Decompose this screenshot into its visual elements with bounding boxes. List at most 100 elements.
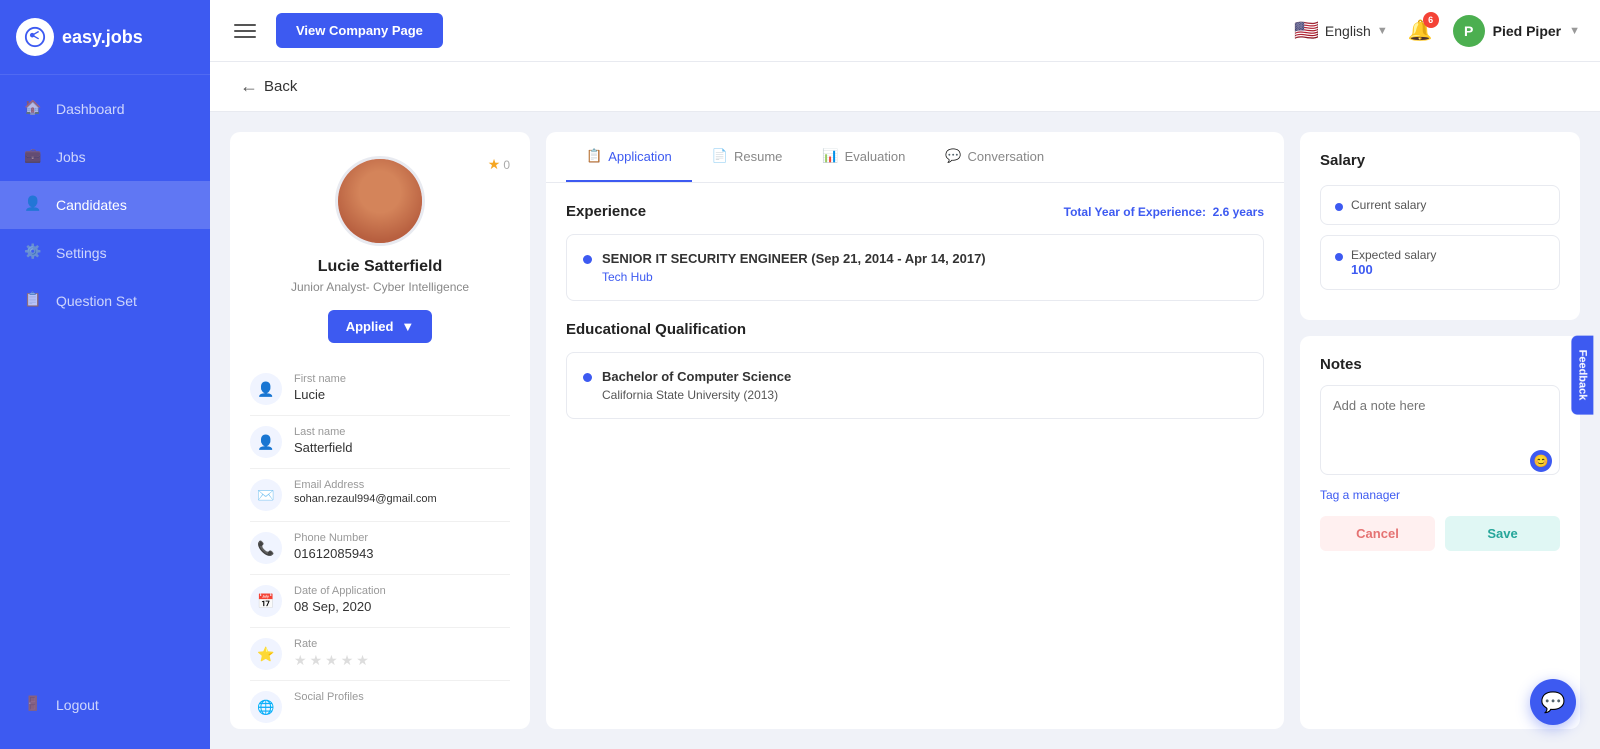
logout-icon: 🚪 [24, 695, 44, 715]
back-button[interactable]: ← Back [240, 76, 297, 97]
person-info-icon: 👤 [250, 373, 282, 405]
logout-label: Logout [56, 697, 99, 713]
phone-label: Phone Number [294, 532, 374, 544]
sidebar-label-question-set: Question Set [56, 293, 137, 309]
tag-manager-link[interactable]: Tag a manager [1320, 488, 1560, 502]
tab-evaluation[interactable]: 📊 Evaluation [802, 132, 925, 182]
sidebar-label-jobs: Jobs [56, 149, 86, 165]
content: ← Back ★ 0 Lucie Satterfield Junior Anal… [210, 62, 1600, 749]
sidebar-item-question-set[interactable]: 📋 Question Set [0, 277, 210, 325]
conversation-tab-icon: 💬 [945, 148, 961, 164]
tab-application[interactable]: 📋 Application [566, 132, 692, 182]
feedback-tab[interactable]: Feedback [1572, 335, 1594, 414]
first-name-value: Lucie [294, 387, 346, 402]
sidebar-item-candidates[interactable]: 👤 Candidates [0, 181, 210, 229]
email-value: sohan.rezaul994@gmail.com [294, 493, 437, 505]
chat-bubble-button[interactable]: 💬 [1530, 679, 1576, 725]
expected-salary-value: 100 [1351, 262, 1436, 277]
candidate-name: Lucie Satterfield [250, 258, 510, 276]
stars-row: ★ ★ ★ ★ ★ [294, 652, 369, 669]
avatar-face [338, 156, 422, 246]
header: View Company Page 🇺🇸 English ▼ 🔔 6 P Pie… [210, 0, 1600, 62]
view-company-button[interactable]: View Company Page [276, 13, 443, 48]
gear-icon: ⚙️ [24, 243, 44, 263]
tab-conversation[interactable]: 💬 Conversation [925, 132, 1064, 182]
home-icon: 🏠 [24, 99, 44, 119]
star-rating-badge: ★ 0 [488, 156, 510, 173]
list-item: ⭐ Rate ★ ★ ★ ★ ★ [250, 628, 510, 681]
candidate-header: ★ 0 Lucie Satterfield Junior Analyst- Cy… [250, 156, 510, 343]
company-selector[interactable]: P Pied Piper ▼ [1453, 15, 1580, 47]
back-bar: ← Back [210, 62, 1600, 112]
conversation-tab-label: Conversation [968, 149, 1045, 164]
logo-icon [16, 18, 54, 56]
expected-salary-dot [1335, 253, 1343, 261]
application-tab-label: Application [608, 149, 672, 164]
last-name-value: Satterfield [294, 440, 353, 455]
list-item: 🌐 Social Profiles [250, 681, 510, 729]
person-icon: 👤 [24, 195, 44, 215]
current-salary-row: Current salary [1320, 185, 1560, 225]
company-name: Pied Piper [1493, 23, 1561, 39]
total-years-value: 2.6 years [1213, 205, 1264, 219]
tab-resume[interactable]: 📄 Resume [692, 132, 803, 182]
language-selector[interactable]: 🇺🇸 English ▼ [1294, 18, 1388, 43]
application-tab-icon: 📋 [586, 148, 602, 164]
notification-badge: 6 [1423, 12, 1439, 28]
panel-content: Experience Total Year of Experience: 2.6… [546, 183, 1284, 439]
status-label: Applied [346, 319, 394, 334]
status-chevron-icon: ▼ [401, 319, 414, 334]
rate-label: Rate [294, 638, 369, 650]
last-name-label: Last name [294, 426, 353, 438]
edu-dot-icon [583, 373, 592, 382]
status-dropdown[interactable]: Applied ▼ [328, 310, 433, 343]
list-item: 👤 Last name Satterfield [250, 416, 510, 469]
person-last-icon: 👤 [250, 426, 282, 458]
candidate-avatar [335, 156, 425, 246]
social-label: Social Profiles [294, 691, 364, 703]
first-name-label: First name [294, 373, 346, 385]
notification-button[interactable]: 🔔 6 [1408, 18, 1433, 43]
company-link[interactable]: Tech Hub [602, 270, 986, 284]
right-panel: Salary Current salary Expected salary 10… [1300, 132, 1580, 729]
sidebar-logo: easy.jobs [0, 0, 210, 75]
flag-icon: 🇺🇸 [1294, 18, 1319, 43]
list-item: 📅 Date of Application 08 Sep, 2020 [250, 575, 510, 628]
evaluation-tab-icon: 📊 [822, 148, 838, 164]
salary-title: Salary [1320, 152, 1560, 169]
sidebar-item-jobs[interactable]: 💼 Jobs [0, 133, 210, 181]
doa-value: 08 Sep, 2020 [294, 599, 386, 614]
notes-textarea[interactable] [1320, 385, 1560, 475]
social-icon: 🌐 [250, 691, 282, 723]
sidebar-item-settings[interactable]: ⚙️ Settings [0, 229, 210, 277]
back-arrow-icon: ← [240, 76, 258, 97]
star-icon: ★ [488, 156, 501, 173]
phone-value: 01612085943 [294, 546, 374, 561]
header-right: 🇺🇸 English ▼ 🔔 6 P Pied Piper ▼ [1294, 15, 1580, 47]
logout-button[interactable]: 🚪 Logout [0, 681, 210, 729]
list-item: 👤 First name Lucie [250, 363, 510, 416]
tab-bar: 📋 Application 📄 Resume 📊 Evaluation 💬 Co… [546, 132, 1284, 183]
experience-title: Experience [566, 203, 646, 220]
hamburger-button[interactable] [230, 20, 260, 42]
save-button[interactable]: Save [1445, 516, 1560, 551]
notes-input-wrap: 😊 [1320, 385, 1560, 480]
notes-actions: Cancel Save [1320, 516, 1560, 551]
sidebar-label-dashboard: Dashboard [56, 101, 125, 117]
emoji-button[interactable]: 😊 [1530, 450, 1552, 472]
experience-section-header: Experience Total Year of Experience: 2.6… [566, 203, 1264, 220]
sidebar-label-settings: Settings [56, 245, 107, 261]
school-name[interactable]: California State University [602, 388, 740, 402]
left-panel: ★ 0 Lucie Satterfield Junior Analyst- Cy… [230, 132, 530, 729]
language-label: English [1325, 23, 1371, 39]
current-salary-label: Current salary [1351, 198, 1426, 212]
phone-icon: 📞 [250, 532, 282, 564]
sidebar-nav: 🏠 Dashboard 💼 Jobs 👤 Candidates ⚙️ Setti… [0, 85, 210, 681]
cancel-button[interactable]: Cancel [1320, 516, 1435, 551]
degree-title: Bachelor of Computer Science [602, 369, 791, 384]
education-card: Bachelor of Computer Science California … [566, 352, 1264, 419]
main-area: View Company Page 🇺🇸 English ▼ 🔔 6 P Pie… [210, 0, 1600, 749]
sidebar-item-dashboard[interactable]: 🏠 Dashboard [0, 85, 210, 133]
middle-panel: 📋 Application 📄 Resume 📊 Evaluation 💬 Co… [546, 132, 1284, 729]
content-body: ★ 0 Lucie Satterfield Junior Analyst- Cy… [210, 112, 1600, 749]
